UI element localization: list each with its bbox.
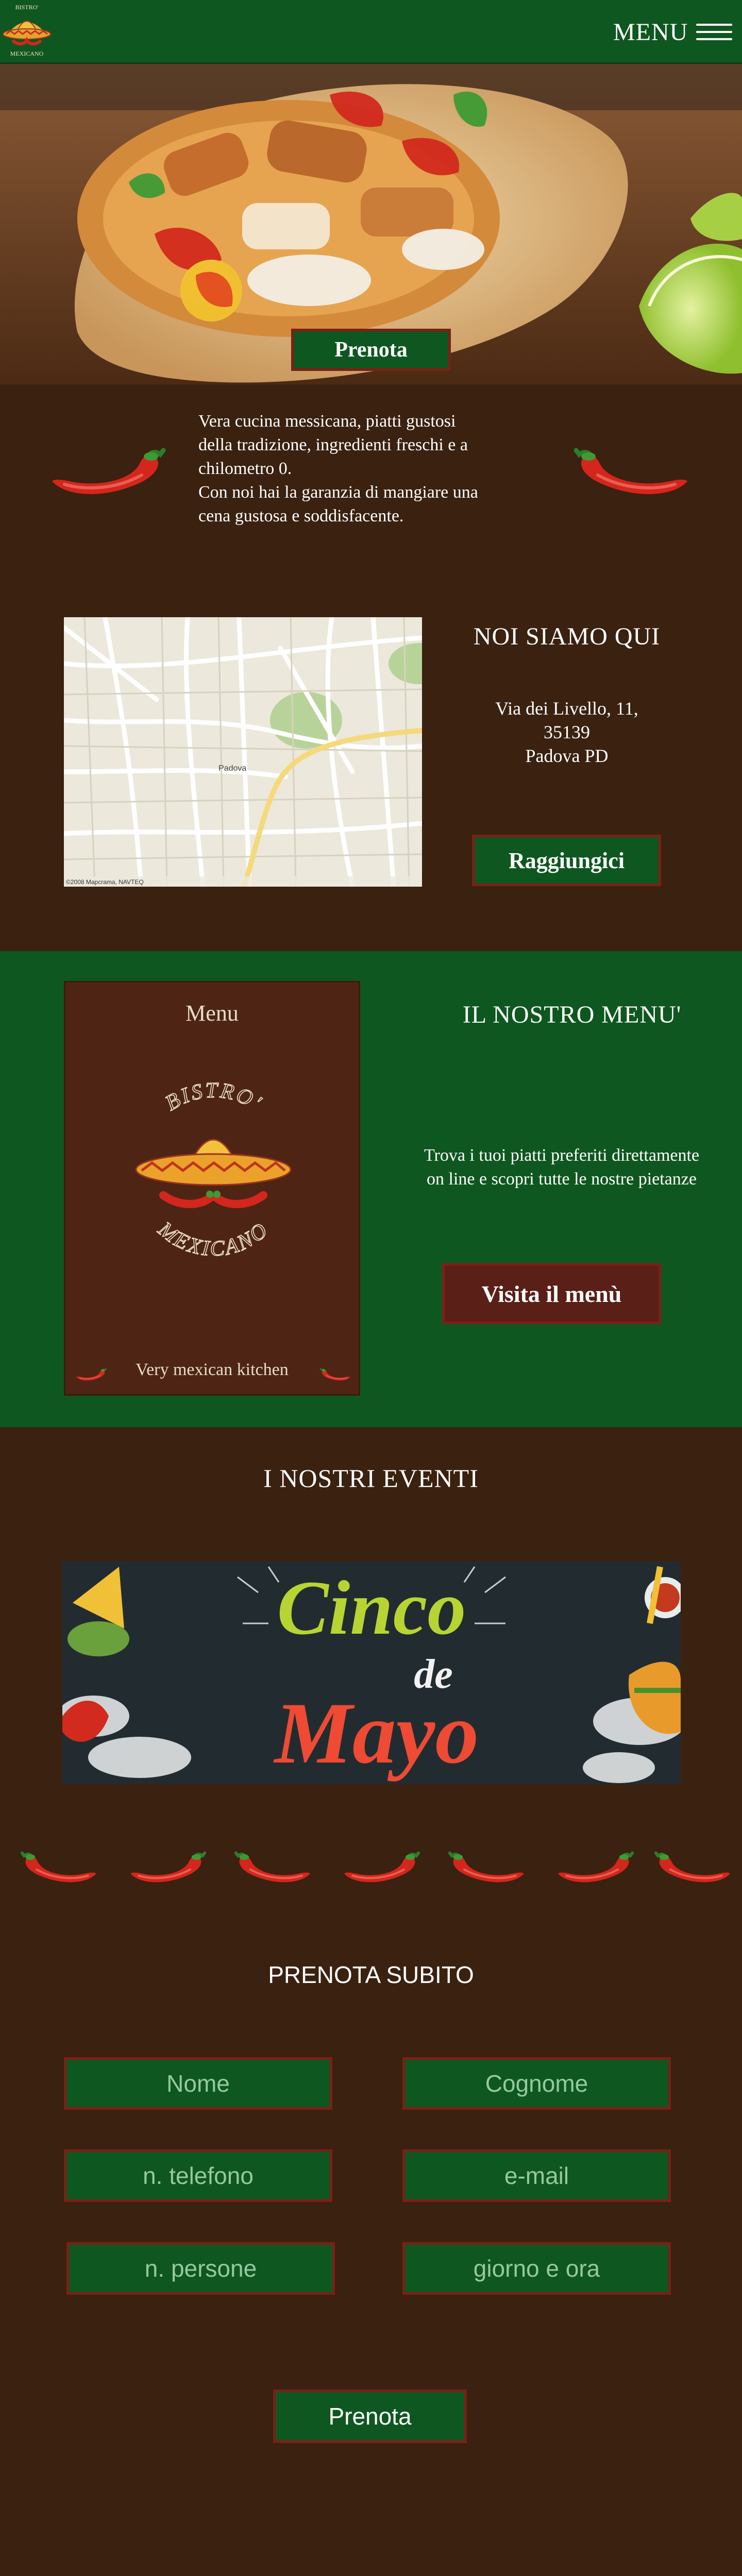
address-line: Via dei Livello, 11,: [495, 698, 638, 719]
booking-title: PRENOTA SUBITO: [268, 1961, 474, 1988]
intro-line: cena gustosa e soddisfacente.: [198, 506, 404, 526]
site-header: BISTRO' MEXICANO MENU: [0, 0, 742, 64]
intro-line: Con noi hai la garanzia di mangiare una: [198, 483, 478, 502]
intro-description: Vera cucina messicana, piatti gustosi de…: [198, 410, 549, 528]
menu-label: MENU: [613, 18, 688, 46]
card-logo-bottom-text: MEXICANO: [153, 1217, 272, 1262]
chili-pepper-icon: [562, 439, 706, 516]
intro-line: della tradizione, ingredienti freschi e …: [198, 435, 468, 454]
menu-card-title: Menu: [185, 1001, 239, 1026]
chili-pepper-icon: [232, 1845, 317, 1897]
last-name-field[interactable]: [402, 2057, 671, 2110]
card-logo-top-text: BISTRO': [161, 1078, 265, 1116]
map-credit: ©2008 Mapcrama, NAVTEQ: [66, 878, 144, 886]
menu-description: Trova i tuoi piatti preferiti direttamen…: [392, 1144, 732, 1191]
chili-divider: [0, 1845, 742, 1902]
visit-menu-button[interactable]: Visita il menù: [442, 1263, 661, 1324]
date-time-field[interactable]: [402, 2242, 671, 2295]
intro-line: Vera cucina messicana, piatti gustosi: [198, 412, 456, 431]
logo-top-text: BISTRO': [15, 4, 39, 11]
event-banner[interactable]: Cinco de Mayo: [62, 1562, 681, 1784]
address-line: 35139: [544, 722, 590, 742]
menu-card-tagline: Very mexican kitchen: [136, 1360, 289, 1379]
intro-line: chilometro 0.: [198, 459, 292, 478]
svg-text:BISTRO': BISTRO': [161, 1079, 266, 1115]
menu-card[interactable]: Menu BISTRO' MEXICANO Very mexican kitch…: [64, 981, 360, 1396]
banner-mayo: Mayo: [273, 1685, 479, 1782]
hamburger-icon: [696, 24, 733, 40]
logo-bottom-text: MEXICANO: [10, 50, 44, 57]
banner-cinco: Cinco: [277, 1565, 466, 1651]
menu-title: IL NOSTRO MENU': [462, 1001, 682, 1028]
chili-pepper-icon: [18, 1845, 103, 1897]
chili-pepper-icon: [319, 1368, 351, 1381]
submit-reservation-button[interactable]: Prenota: [273, 2389, 467, 2443]
chili-pepper-icon: [551, 1845, 636, 1897]
menu-description-line: on line e scopri tutte le nostre pietanz…: [427, 1170, 697, 1189]
bistro-logo-large: BISTRO' MEXICANO: [135, 1078, 292, 1262]
phone-field[interactable]: [64, 2149, 332, 2202]
location-title: NOI SIAMO QUI: [473, 623, 661, 650]
chili-pepper-icon: [652, 1845, 737, 1897]
events-title: I NOSTRI EVENTI: [263, 1464, 479, 1493]
location-address: Via dei Livello, 11, 35139 Padova PD: [459, 697, 675, 768]
chili-pepper-icon: [33, 439, 178, 516]
menu-description-line: Trova i tuoi piatti preferiti direttamen…: [424, 1146, 700, 1165]
chili-pepper-icon: [124, 1845, 209, 1897]
first-name-field[interactable]: [64, 2057, 332, 2110]
svg-text:MEXICANO: MEXICANO: [153, 1217, 273, 1261]
bistro-logo[interactable]: BISTRO' MEXICANO: [1, 1, 53, 62]
chili-pepper-icon: [338, 1845, 423, 1897]
directions-button[interactable]: Raggiungici: [472, 835, 661, 886]
chili-pepper-icon: [446, 1845, 531, 1897]
address-line: Padova PD: [525, 745, 609, 766]
location-map[interactable]: Padova ©2008 Mapcrama, NAVTEQ: [64, 617, 422, 887]
email-field[interactable]: [402, 2149, 671, 2202]
menu-toggle[interactable]: MENU: [613, 15, 737, 48]
guests-field[interactable]: [66, 2242, 335, 2295]
hero-reserve-button[interactable]: Prenota: [291, 329, 451, 371]
map-city-label: Padova: [218, 764, 246, 773]
